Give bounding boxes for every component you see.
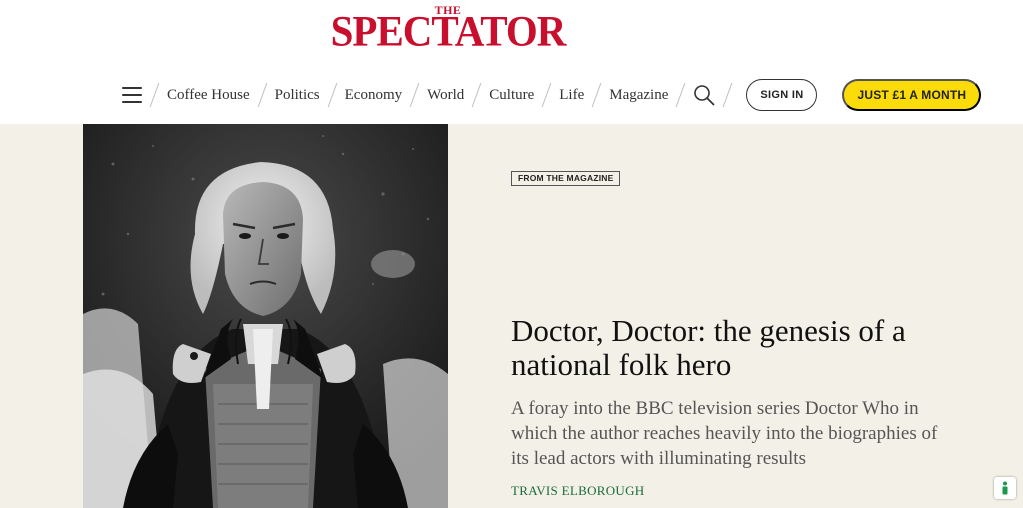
- nav-link-magazine[interactable]: Magazine: [609, 87, 668, 104]
- hero-photo: [83, 124, 448, 508]
- section-tag[interactable]: FROM THE MAGAZINE: [511, 171, 621, 186]
- nav-divider: [676, 83, 686, 107]
- nav-divider: [149, 83, 160, 107]
- sign-in-button[interactable]: SIGN IN: [746, 79, 818, 111]
- subscribe-button[interactable]: JUST £1 A MONTH: [842, 79, 982, 111]
- nav-divider: [723, 83, 733, 107]
- featured-article: FROM THE MAGAZINE Doctor, Doctor: the ge…: [0, 124, 1023, 508]
- article-image[interactable]: [83, 124, 448, 508]
- hamburger-icon[interactable]: [122, 87, 142, 103]
- accessibility-icon[interactable]: [994, 477, 1016, 499]
- nav-link-life[interactable]: Life: [559, 87, 584, 104]
- nav-divider: [591, 83, 602, 107]
- article-standfirst: A foray into the BBC television series D…: [511, 398, 938, 469]
- nav-link-coffee-house[interactable]: Coffee House: [167, 87, 250, 104]
- search-icon[interactable]: [693, 84, 715, 106]
- nav-divider: [471, 83, 482, 107]
- nav-link-world[interactable]: World: [427, 87, 464, 104]
- logo-container: THE SPECTATOR: [0, 4, 896, 56]
- nav-link-politics[interactable]: Politics: [275, 87, 320, 104]
- article-author[interactable]: TRAVIS ELBOROUGH: [511, 483, 645, 499]
- nav-link-economy[interactable]: Economy: [345, 87, 403, 104]
- accessibility-icon-glyph: [1002, 481, 1008, 495]
- nav-divider: [327, 83, 338, 107]
- nav-divider: [541, 83, 552, 107]
- nav-divider: [409, 83, 420, 107]
- site-logo[interactable]: THE SPECTATOR: [330, 4, 567, 56]
- article-headline[interactable]: Doctor, Doctor: the genesis of a nationa…: [511, 314, 961, 382]
- nav-link-culture[interactable]: Culture: [489, 87, 534, 104]
- nav-divider: [257, 83, 267, 107]
- logo-wordmark: SPECTATOR: [330, 6, 567, 56]
- main-nav: Coffee House Politics Economy World Cult…: [122, 78, 982, 112]
